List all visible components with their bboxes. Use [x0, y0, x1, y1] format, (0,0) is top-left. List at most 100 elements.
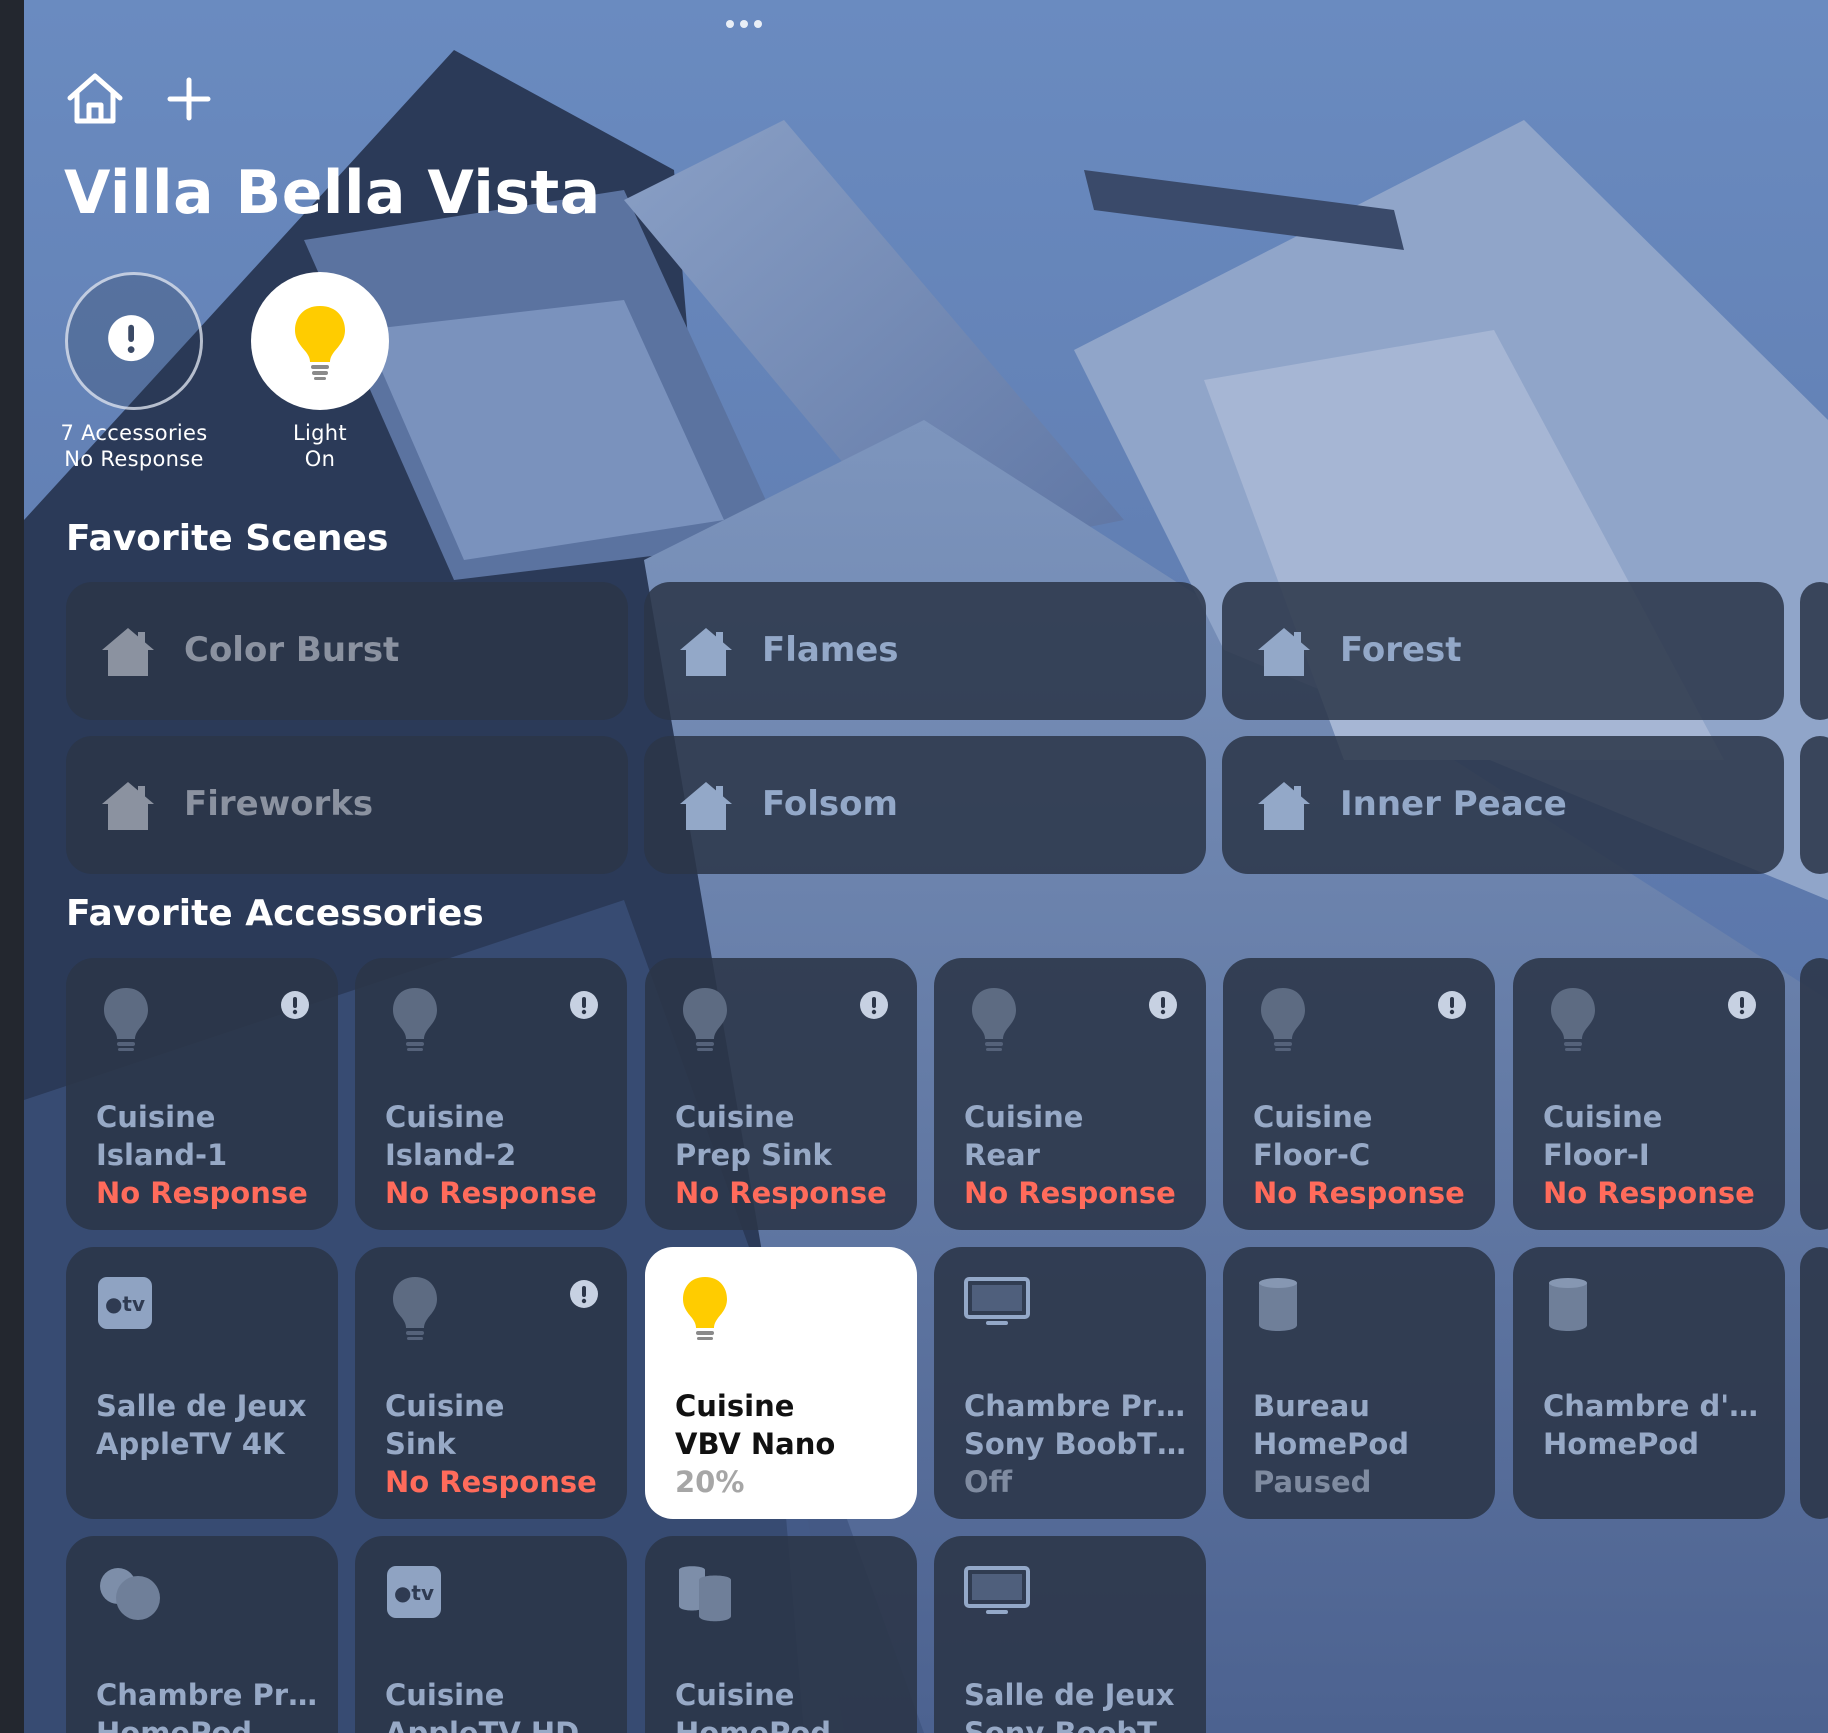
- accessory-text: Cuisine Prep Sink No Response: [675, 1098, 905, 1212]
- accessory-name: Sony BoobT…: [964, 1427, 1186, 1461]
- house-scene-icon: [100, 780, 156, 832]
- exclamation-icon: [569, 990, 599, 1020]
- accessory-text: Bureau HomePod Paused: [1253, 1387, 1483, 1501]
- plus-icon[interactable]: [164, 74, 214, 124]
- accessory-tile-cuisine-sink[interactable]: Cuisine Sink No Response: [355, 1247, 627, 1519]
- accessory-name: HomePod: [1543, 1427, 1700, 1461]
- scene-label: Color Burst: [184, 630, 400, 670]
- scene-color-burst[interactable]: Color Burst: [66, 582, 628, 720]
- exclamation-icon: [280, 990, 310, 1020]
- accessory-tile-salle-de-jeux-appletv-4k[interactable]: ●tv Salle de Jeux AppleTV 4K: [66, 1247, 338, 1519]
- scene-label: Flames: [762, 630, 899, 670]
- accessory-text: Cuisine AppleTV HD: [385, 1676, 615, 1733]
- accessory-room: Chambre Pr…: [964, 1389, 1186, 1423]
- accessory-status: 20%: [675, 1465, 745, 1499]
- accessory-name: HomePod: [675, 1716, 832, 1733]
- exclamation-icon: [1148, 990, 1178, 1020]
- accessory-text: Chambre d'… HomePod: [1543, 1387, 1773, 1463]
- light-bulb-icon: [295, 306, 345, 380]
- accessory-room: Cuisine: [385, 1100, 505, 1134]
- scene-flames[interactable]: Flames: [644, 582, 1206, 720]
- light-bulb-icon: [964, 984, 1024, 1054]
- accessory-name: Sony BoobT…: [964, 1716, 1186, 1733]
- accessory-tile-salle-de-jeux-sony-boobt[interactable]: Salle de Jeux Sony BoobT…: [934, 1536, 1206, 1733]
- status-light-on-circle: [251, 272, 389, 410]
- exclamation-icon: [1437, 990, 1467, 1020]
- window-more-indicator[interactable]: [726, 20, 762, 28]
- accessory-room: Bureau: [1253, 1389, 1370, 1423]
- accessory-tile-bureau-homepod[interactable]: Bureau HomePod Paused: [1223, 1247, 1495, 1519]
- accessory-name: VBV Nano: [675, 1427, 836, 1461]
- accessory-text: Cuisine Floor-C No Response: [1253, 1098, 1483, 1212]
- light-bulb-icon: [675, 984, 735, 1054]
- accessory-status: Paused: [1253, 1465, 1372, 1499]
- section-favorite-accessories: Favorite Accessories: [66, 893, 484, 934]
- accessory-tile-cuisine-floor-i[interactable]: Cuisine Floor-I No Response: [1513, 958, 1785, 1230]
- accessory-room: Cuisine: [385, 1678, 505, 1712]
- accessory-tile-cuisine-rear[interactable]: Cuisine Rear No Response: [934, 958, 1206, 1230]
- apple-tv-icon: ●tv: [385, 1562, 445, 1632]
- light-bulb-icon: [1543, 984, 1603, 1054]
- accessory-room: Cuisine: [1253, 1100, 1373, 1134]
- accessory-text: Cuisine Island-1 No Response: [96, 1098, 326, 1212]
- accessory-tile-partial[interactable]: [1800, 958, 1828, 1230]
- accessory-text: Chambre Pr… Sony BoobT… Off: [964, 1387, 1194, 1501]
- status-light-on[interactable]: Light On: [230, 272, 410, 472]
- svg-text:●tv: ●tv: [394, 1581, 434, 1605]
- apple-tv-icon: ●tv: [96, 1273, 156, 1343]
- light-bulb-icon: [1253, 984, 1313, 1054]
- accessory-tile-cuisine-vbv-nano[interactable]: Cuisine VBV Nano 20%: [645, 1247, 917, 1519]
- accessory-name: Prep Sink: [675, 1138, 832, 1172]
- house-scene-icon: [100, 626, 156, 678]
- status-no-response[interactable]: 7 Accessories No Response: [44, 272, 224, 472]
- homepod-icon: [1543, 1273, 1603, 1343]
- accessory-tile-cuisine-floor-c[interactable]: Cuisine Floor-C No Response: [1223, 958, 1495, 1230]
- accessory-text: Cuisine Floor-I No Response: [1543, 1098, 1773, 1212]
- accessory-tile-chambre-pr-sony-boobt[interactable]: Chambre Pr… Sony BoobT… Off: [934, 1247, 1206, 1519]
- accessory-room: Cuisine: [675, 1678, 795, 1712]
- scene-label: Fireworks: [184, 784, 374, 824]
- accessory-name: Island-1: [96, 1138, 228, 1172]
- accessory-room: Cuisine: [1543, 1100, 1663, 1134]
- accessory-text: Salle de Jeux AppleTV 4K: [96, 1387, 326, 1463]
- accessory-name: Floor-C: [1253, 1138, 1371, 1172]
- accessory-tile-cuisine-homepod[interactable]: Cuisine HomePod: [645, 1536, 917, 1733]
- accessory-room: Salle de Jeux: [964, 1678, 1175, 1712]
- accessory-room: Salle de Jeux: [96, 1389, 307, 1423]
- house-scene-icon: [1256, 780, 1312, 832]
- accessory-status: Off: [964, 1465, 1013, 1499]
- accessory-tile-cuisine-island-1[interactable]: Cuisine Island-1 No Response: [66, 958, 338, 1230]
- accessory-room: Cuisine: [675, 1389, 795, 1423]
- accessory-room: Chambre d'…: [1543, 1389, 1759, 1423]
- house-scene-icon: [678, 626, 734, 678]
- status-no-response-line2: No Response: [64, 447, 204, 471]
- accessory-status: No Response: [1253, 1176, 1465, 1210]
- accessory-tile-cuisine-prep-sink[interactable]: Cuisine Prep Sink No Response: [645, 958, 917, 1230]
- accessory-name: Floor-I: [1543, 1138, 1650, 1172]
- accessory-room: Cuisine: [96, 1100, 216, 1134]
- accessory-status: No Response: [385, 1465, 597, 1499]
- accessory-tile-cuisine-island-2[interactable]: Cuisine Island-2 No Response: [355, 958, 627, 1230]
- scene-folsom[interactable]: Folsom: [644, 736, 1206, 874]
- accessory-name: Rear: [964, 1138, 1040, 1172]
- exclamation-icon: [108, 315, 155, 362]
- accessory-status: No Response: [96, 1176, 308, 1210]
- homepod-pair-icon: [675, 1562, 735, 1632]
- accessory-tile-chambre-pr-homepod[interactable]: Chambre Pr… HomePod: [66, 1536, 338, 1733]
- scene-tile-partial[interactable]: [1800, 736, 1828, 874]
- accessory-name: AppleTV 4K: [96, 1427, 285, 1461]
- accessory-tile-chambre-d-homepod[interactable]: Chambre d'… HomePod: [1513, 1247, 1785, 1519]
- accessory-status: No Response: [385, 1176, 597, 1210]
- scene-fireworks[interactable]: Fireworks: [66, 736, 628, 874]
- accessory-text: Salle de Jeux Sony BoobT…: [964, 1676, 1194, 1733]
- exclamation-icon: [569, 1279, 599, 1309]
- house-outline-icon[interactable]: [66, 72, 124, 126]
- scene-tile-partial[interactable]: [1800, 582, 1828, 720]
- accessory-tile-cuisine-appletv-hd[interactable]: ●tv Cuisine AppleTV HD: [355, 1536, 627, 1733]
- status-light-line2: On: [304, 447, 336, 471]
- accessory-tile-partial[interactable]: [1800, 1247, 1828, 1519]
- scene-inner-peace[interactable]: Inner Peace: [1222, 736, 1784, 874]
- house-scene-icon: [678, 780, 734, 832]
- house-scene-icon: [1256, 626, 1312, 678]
- scene-forest[interactable]: Forest: [1222, 582, 1784, 720]
